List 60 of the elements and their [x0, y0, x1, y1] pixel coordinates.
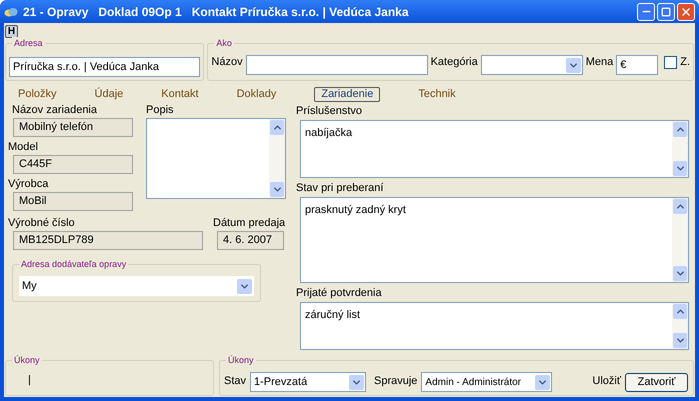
field-label: Stav: [224, 374, 246, 388]
name-field[interactable]: [246, 55, 428, 75]
field-label: Stav pri preberaní: [296, 182, 384, 195]
text-area[interactable]: záručný list: [300, 302, 689, 350]
status-select[interactable]: 1-Prevzatá: [250, 372, 366, 392]
field-label: Model: [8, 140, 39, 154]
field-label: Príslušenstvo: [296, 105, 364, 118]
field-label: Mena: [586, 55, 614, 70]
tab[interactable]: Kontakt: [161, 86, 199, 102]
tab[interactable]: Doklady: [236, 86, 276, 102]
field-label: Názov zariadenia: [11, 104, 98, 117]
description-area[interactable]: [146, 118, 286, 199]
tab[interactable]: Technik: [418, 86, 456, 102]
field-label: Výrobné číslo: [8, 217, 76, 230]
field-label: Kategória: [430, 55, 478, 70]
close-icon[interactable]: [677, 2, 695, 20]
group-legend: Úkony: [226, 354, 256, 366]
field-label: Názov: [211, 55, 243, 70]
readonly-field: MoBil: [13, 192, 133, 211]
readonly-field: MB125DLP789: [13, 231, 203, 250]
readonly-field: Mobilný telefón: [13, 118, 133, 137]
scroll-up-icon[interactable]: [270, 120, 284, 135]
text-area[interactable]: nabíjačka: [300, 120, 689, 178]
manager-select[interactable]: Admin - Administrátor: [421, 372, 552, 392]
scroll-up-icon[interactable]: [673, 304, 687, 319]
category-select[interactable]: [480, 55, 583, 75]
text-area[interactable]: prasknutý zadný kryt: [300, 197, 689, 283]
scroll-up-icon[interactable]: [673, 122, 687, 137]
currency-field[interactable]: €: [616, 55, 658, 75]
maximize-icon[interactable]: [657, 2, 675, 20]
actions-value: |: [28, 372, 31, 388]
field-label: Spravuje: [374, 374, 418, 388]
help-button[interactable]: H: [5, 25, 18, 38]
cloud-icon: [4, 6, 18, 18]
group-legend: Ako: [214, 37, 234, 49]
group-legend: Úkony: [12, 354, 42, 366]
address-field[interactable]: Príručka s.r.o. | Vedúca Janka: [9, 57, 200, 77]
field-label: Popis: [146, 104, 175, 117]
field-label: Výrobca: [8, 177, 50, 191]
supplier-select[interactable]: My: [19, 276, 254, 296]
field-label: Prijaté potvrdenia: [296, 287, 383, 300]
window-title: 21 - Opravy Doklad 09Op 1 Kontakt Príručka s.r.o. | Vedúca Janka: [23, 4, 409, 20]
scroll-down-icon[interactable]: [673, 266, 687, 281]
field-label: Dátum predaja: [213, 217, 286, 230]
readonly-field: C445F: [13, 155, 133, 174]
save-button[interactable]: Uložiť: [592, 372, 621, 392]
close-button[interactable]: Zatvoriť: [625, 373, 688, 392]
scroll-down-icon[interactable]: [270, 182, 284, 197]
checkbox[interactable]: [664, 56, 678, 69]
scroll-up-icon[interactable]: [673, 199, 687, 214]
minimize-icon[interactable]: [637, 2, 655, 20]
checkbox-label: Z.: [680, 55, 690, 70]
tab[interactable]: Položky: [18, 86, 57, 102]
scroll-down-icon[interactable]: [673, 333, 687, 348]
tab[interactable]: Zariadenie: [314, 86, 380, 102]
tab[interactable]: Údaje: [94, 86, 124, 102]
readonly-field: 4. 6. 2007: [217, 231, 284, 250]
scroll-down-icon[interactable]: [673, 161, 687, 176]
group-legend: Adresa dodávateľa opravy: [19, 258, 128, 270]
group-legend: Adresa: [12, 37, 45, 49]
